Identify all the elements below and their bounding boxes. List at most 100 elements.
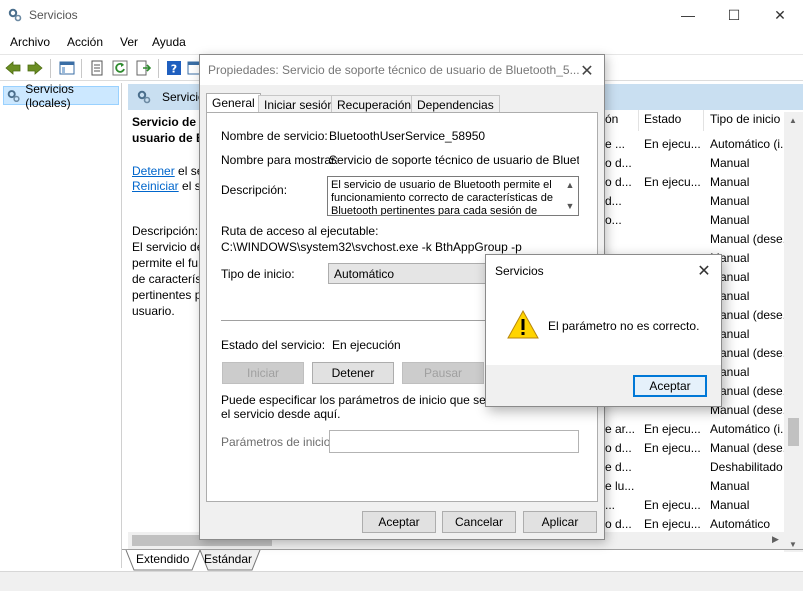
row-description: ...	[605, 498, 616, 512]
row-startup-type: Manual	[710, 194, 750, 208]
row-description: e lu...	[605, 479, 635, 493]
status-bar	[0, 571, 803, 591]
description-scrollbar[interactable]: ▲ ▼	[562, 177, 578, 215]
startup-type-value: Automático	[334, 267, 395, 281]
toolbar-separator	[50, 59, 51, 78]
row-startup-type: Automático (i...	[710, 137, 791, 151]
toolbar-separator	[158, 59, 159, 78]
minimize-button[interactable]: —	[665, 0, 711, 30]
window-title: Servicios	[29, 8, 78, 22]
description-field[interactable]: El servicio de usuario de Bluetooth perm…	[327, 176, 579, 216]
row-startup-type: Manual (dese...	[710, 308, 793, 322]
row-startup-type: Manual (dese...	[710, 232, 793, 246]
restart-link-row: Reiniciar el se	[132, 179, 207, 193]
description-label: Descripción:	[132, 224, 199, 238]
row-startup-type: Manual (dese...	[710, 384, 793, 398]
ok-button[interactable]: Aceptar	[362, 511, 436, 533]
error-dialog: Servicios ✕ El parámetro no es correcto.…	[485, 254, 722, 407]
warning-icon	[507, 309, 539, 339]
row-description: o d...	[605, 441, 632, 455]
row-status: En ejecu...	[644, 498, 701, 512]
row-description: o...	[605, 213, 622, 227]
close-icon[interactable]: ✕	[576, 60, 598, 82]
column-header-startup-type[interactable]: Tipo de inicio	[710, 112, 780, 126]
scroll-right-arrow-icon[interactable]: ▶	[772, 534, 779, 545]
row-description: e ...	[605, 137, 626, 151]
startup-type-label: Tipo de inicio:	[221, 267, 295, 281]
startup-type-select[interactable]: Automático	[328, 263, 488, 284]
display-name-value[interactable]: Servicio de soporte técnico de usuario d…	[329, 153, 579, 167]
column-header-status[interactable]: Estado	[644, 112, 681, 126]
start-params-input[interactable]	[329, 430, 579, 453]
params-label: Parámetros de inicio:	[221, 435, 334, 449]
start-button[interactable]: Iniciar	[222, 362, 304, 384]
error-message: El parámetro no es correcto.	[548, 319, 700, 333]
restart-service-link[interactable]: Reiniciar	[132, 179, 179, 193]
row-startup-type: Manual (dese...	[710, 441, 793, 455]
tab-extended[interactable]: Extendido	[136, 552, 189, 566]
service-status-value: En ejecución	[332, 338, 401, 352]
stop-link-row: Detener el se	[132, 164, 203, 178]
tree-item-services-local[interactable]: Servicios (locales)	[3, 82, 119, 110]
close-button[interactable]: ✕	[757, 0, 803, 30]
row-startup-type: Manual	[710, 213, 750, 227]
tab-general[interactable]: General	[206, 93, 261, 114]
properties-sheet-icon[interactable]	[88, 59, 106, 77]
scroll-down-arrow-icon[interactable]: ▼	[789, 540, 797, 549]
description-label: Descripción:	[221, 183, 288, 197]
close-icon[interactable]: ✕	[693, 260, 715, 282]
row-startup-type: Manual	[710, 175, 750, 189]
row-startup-type: Manual	[710, 479, 750, 493]
error-footer: Aceptar	[486, 365, 721, 406]
error-ok-button[interactable]: Aceptar	[633, 375, 707, 397]
export-list-icon[interactable]	[134, 59, 152, 77]
main-title-bar: Servicios — ☐ ✕	[0, 0, 803, 30]
display-name-label: Nombre para mostrar:	[221, 153, 339, 167]
svg-text:?: ?	[171, 63, 177, 76]
gear-icon	[137, 90, 151, 104]
menu-ayuda[interactable]: Ayuda	[152, 35, 186, 49]
chevron-down-icon[interactable]: ▼	[566, 200, 575, 213]
cancel-button[interactable]: Cancelar	[442, 511, 516, 533]
menu-accion[interactable]: Acción	[67, 35, 103, 49]
row-startup-type: Manual	[710, 156, 750, 170]
properties-title-bar: Propiedades: Servicio de soporte técnico…	[200, 55, 604, 85]
back-arrow-icon[interactable]	[4, 59, 22, 77]
gear-icon	[7, 89, 20, 102]
properties-title: Propiedades: Servicio de soporte técnico…	[208, 63, 580, 77]
menu-ver[interactable]: Ver	[120, 35, 138, 49]
menu-archivo[interactable]: Archivo	[10, 35, 50, 49]
maximize-button[interactable]: ☐	[711, 0, 757, 30]
column-header-description[interactable]: ón	[605, 112, 618, 126]
error-title: Servicios	[495, 264, 544, 278]
row-startup-type: Manual (dese...	[710, 346, 793, 360]
menu-bar: Archivo Acción Ver Ayuda	[0, 31, 803, 53]
scrollbar-thumb[interactable]	[788, 418, 799, 446]
vertical-scrollbar[interactable]: ▲ ▼	[784, 112, 803, 552]
console-tree-icon[interactable]	[58, 59, 76, 77]
row-status: En ejecu...	[644, 441, 701, 455]
chevron-up-icon[interactable]: ▲	[566, 179, 575, 192]
pause-button[interactable]: Pausar	[402, 362, 484, 384]
stop-service-link[interactable]: Detener	[132, 164, 175, 178]
help-icon[interactable]: ?	[165, 59, 183, 77]
service-name-value: BluetoothUserService_58950	[329, 129, 486, 143]
description-value: El servicio de usuario de Bluetooth perm…	[331, 179, 553, 216]
tab-standard[interactable]: Estándar	[204, 552, 252, 566]
row-startup-type: Manual (dese...	[710, 403, 793, 417]
scroll-up-arrow-icon[interactable]: ▲	[789, 116, 797, 125]
column-separator[interactable]	[638, 110, 639, 131]
refresh-icon[interactable]	[111, 59, 129, 77]
row-description: d...	[605, 194, 622, 208]
column-separator[interactable]	[703, 110, 704, 131]
forward-arrow-icon[interactable]	[26, 59, 44, 77]
tree-item-label: Servicios (locales)	[25, 81, 74, 110]
path-value: C:\WINDOWS\system32\svchost.exe -k BthAp…	[221, 240, 522, 254]
gear-icon	[8, 8, 22, 22]
apply-button[interactable]: Aplicar	[523, 511, 597, 533]
toolbar-separator	[81, 59, 82, 78]
row-startup-type: Automático (i...	[710, 422, 791, 436]
row-status: En ejecu...	[644, 137, 701, 151]
row-description: e d...	[605, 460, 632, 474]
stop-button[interactable]: Detener	[312, 362, 394, 384]
